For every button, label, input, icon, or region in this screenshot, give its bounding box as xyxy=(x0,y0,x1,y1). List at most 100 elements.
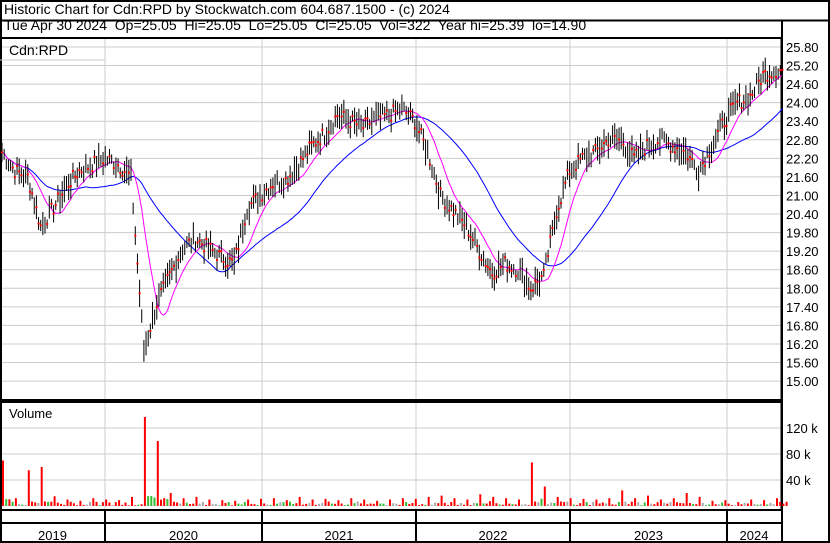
price-dot xyxy=(542,268,545,271)
price-tick-label: 24.00 xyxy=(786,96,819,111)
volume-bar xyxy=(521,504,524,506)
price-dot xyxy=(211,248,214,251)
volume-bar xyxy=(21,504,24,506)
volume-bar xyxy=(295,503,298,506)
volume-bar xyxy=(714,504,717,506)
volume-bar xyxy=(192,503,195,506)
volume-bar xyxy=(269,504,272,506)
price-dot xyxy=(729,103,732,106)
stock-chart: 25.80 25.20 24.60 24.00 23.40 22.80 22.20 21.60… xyxy=(0,0,830,543)
volume-bar xyxy=(72,503,75,506)
volume-bar xyxy=(398,504,401,506)
price-dot xyxy=(11,166,14,169)
price-dot xyxy=(340,115,343,118)
volume-tick-label: 80 k xyxy=(786,447,811,462)
volume-bar xyxy=(508,503,511,506)
volume-bar xyxy=(111,505,114,506)
volume-bar xyxy=(334,503,337,506)
volume-bar xyxy=(214,503,217,506)
volume-bar xyxy=(524,504,527,506)
volume-bar xyxy=(92,498,95,506)
price-dot xyxy=(551,226,554,229)
price-dot xyxy=(28,190,31,193)
price-dot xyxy=(56,192,59,195)
price-dot xyxy=(394,110,397,113)
price-dot xyxy=(224,265,227,268)
price-dot xyxy=(532,289,535,292)
price-dot xyxy=(196,241,199,244)
volume-tick-label: 40 k xyxy=(786,473,811,488)
volume-bar xyxy=(221,500,224,506)
price-dot xyxy=(721,118,724,121)
price-dot xyxy=(162,281,165,284)
volume-bar xyxy=(324,498,327,506)
price-dot xyxy=(261,199,264,202)
price-dot xyxy=(269,186,272,189)
year-label-2019: 2019 xyxy=(38,528,67,543)
price-dot xyxy=(149,330,152,333)
price-dot xyxy=(484,264,487,267)
price-tick-label: 24.60 xyxy=(786,77,819,92)
volume-bar xyxy=(753,503,756,506)
price-tick-label: 16.80 xyxy=(786,318,819,333)
price-dot xyxy=(491,274,494,277)
price-dot xyxy=(420,128,423,131)
price-dot xyxy=(310,141,313,144)
volume-bar xyxy=(711,500,714,506)
price-tick-label: 15.60 xyxy=(786,356,819,371)
price-dot xyxy=(413,127,416,130)
volume-bar xyxy=(547,504,549,506)
volume-bar xyxy=(466,499,469,506)
price-dot xyxy=(581,152,584,155)
volume-bar xyxy=(160,499,162,506)
volume-bar xyxy=(556,496,559,506)
volume-bar xyxy=(11,501,14,506)
volume-bar xyxy=(243,502,246,506)
price-dot xyxy=(759,82,762,85)
price-dot xyxy=(461,218,464,221)
volume-bar xyxy=(418,505,420,506)
volume-bar xyxy=(60,503,62,506)
price-dot xyxy=(18,170,21,173)
price-dot xyxy=(102,162,105,165)
price-dot xyxy=(673,151,676,154)
volume-bar xyxy=(424,504,427,506)
price-dot xyxy=(646,138,648,141)
volume-bar xyxy=(218,505,220,506)
price-dot xyxy=(314,144,317,147)
volume-bar xyxy=(263,503,266,506)
volume-bar xyxy=(376,500,379,506)
volume-label: Volume xyxy=(9,406,52,421)
price-dot xyxy=(775,76,777,79)
price-tick-label: 20.40 xyxy=(786,207,819,222)
price-dot xyxy=(80,171,83,174)
price-dot xyxy=(540,274,543,277)
volume-bar xyxy=(663,502,666,506)
volume-bar xyxy=(724,500,727,506)
volume-bar xyxy=(301,504,304,506)
volume-bar xyxy=(437,503,440,506)
volume-bar xyxy=(208,499,211,506)
volume-bar xyxy=(495,503,498,506)
price-dot xyxy=(701,162,704,165)
volume-bar xyxy=(514,504,517,506)
price-dot xyxy=(557,207,560,210)
volume-bar xyxy=(721,502,724,506)
price-tick-label: 19.20 xyxy=(786,244,819,259)
price-dot xyxy=(723,125,726,128)
price-dot xyxy=(46,223,49,226)
volume-bar xyxy=(785,501,788,506)
volume-bar xyxy=(563,502,566,506)
volume-bar xyxy=(669,501,672,506)
volume-bar xyxy=(763,500,766,506)
volume-bar xyxy=(540,498,543,506)
price-dot xyxy=(71,169,74,172)
volume-bar xyxy=(666,503,669,506)
volume-bar xyxy=(156,441,159,506)
price-dot xyxy=(669,150,672,153)
volume-bar xyxy=(140,504,143,506)
volume-bar xyxy=(237,503,240,506)
volume-bar xyxy=(737,502,740,506)
volume-bar xyxy=(637,502,640,506)
volume-bar xyxy=(605,503,607,506)
